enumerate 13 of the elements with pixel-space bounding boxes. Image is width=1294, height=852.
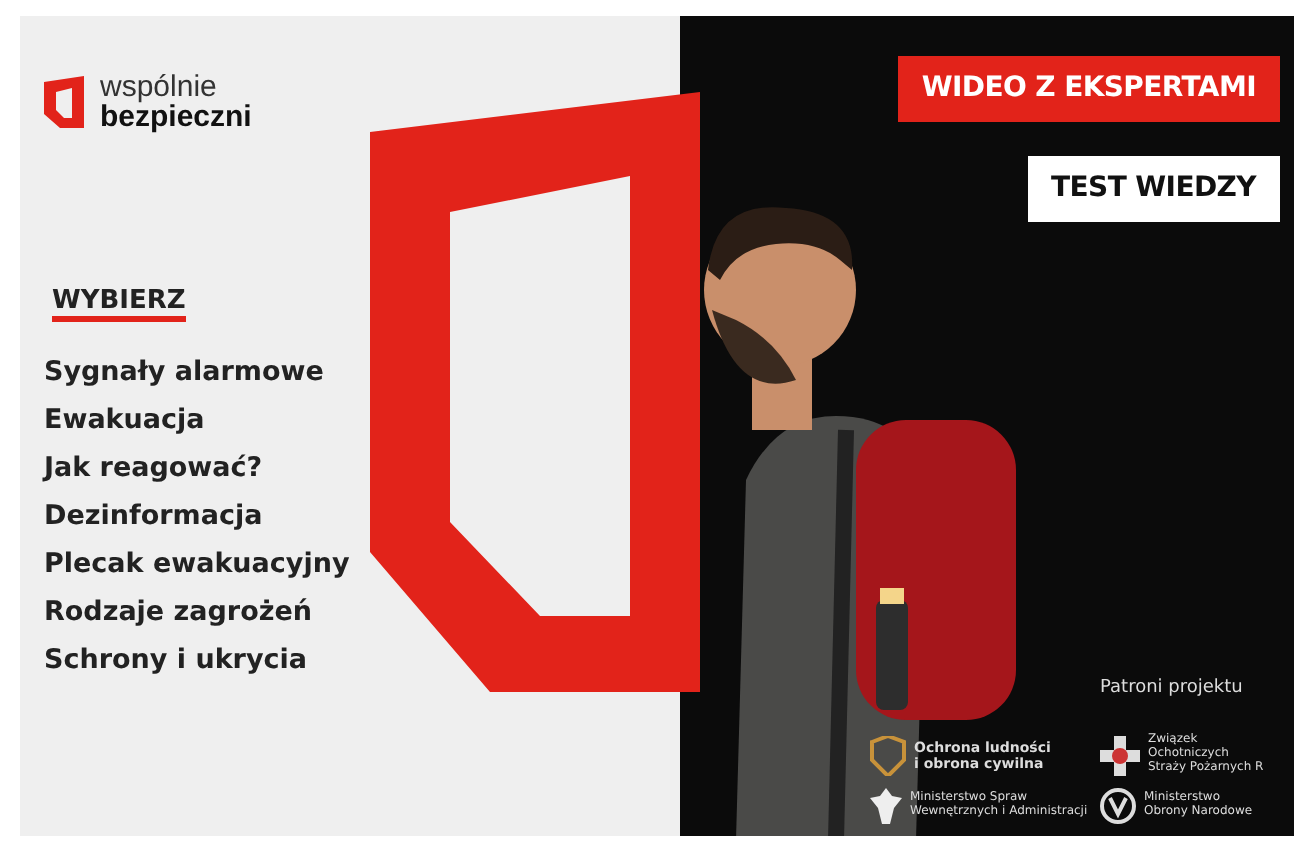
menu-link[interactable]: Sygnały alarmowe [44,352,324,394]
video-button[interactable]: WIDEO Z EKSPERTAMI [897,56,1280,122]
logo-text: bezpieczni [100,102,252,132]
menu-link[interactable]: Ewakuacja [44,400,205,442]
menu-link[interactable]: Rodzaje zagrożeń [44,592,312,634]
menu-link[interactable]: Jak reagować? [44,448,263,490]
menu-link[interactable]: Dezinformacja [44,496,263,538]
patrons-heading: Patroni projektu [1100,675,1245,702]
logo-text: wspólnie [100,72,219,102]
menu-heading: WYBIERZ [52,288,186,323]
menu-link[interactable]: Plecak ewakuacyjny [44,544,350,586]
menu-link[interactable]: Schrony i ukrycia [44,640,307,682]
quiz-button[interactable]: TEST WIEDZY [1027,156,1280,222]
